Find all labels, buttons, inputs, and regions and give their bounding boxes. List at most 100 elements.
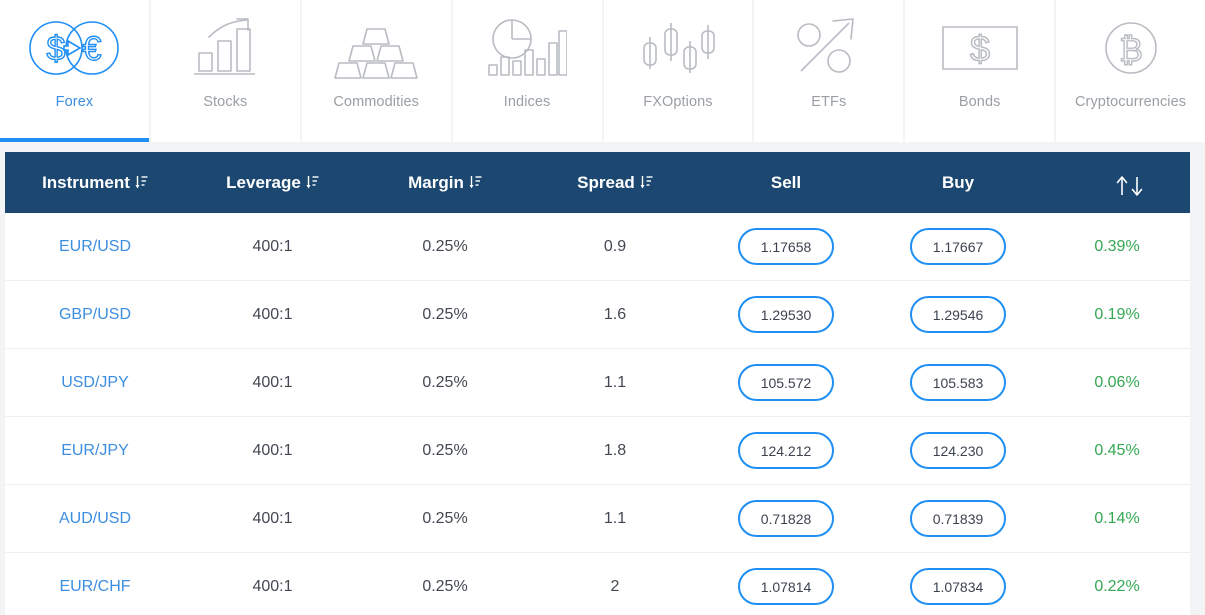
candlestick-icon [638,14,718,82]
column-header-margin[interactable]: Margin [360,173,530,193]
instrument-link[interactable]: USD/JPY [61,374,129,392]
sell-price-button[interactable]: 105.572 [738,364,834,401]
tab-bonds[interactable]: $ Bonds [905,0,1055,142]
cell-spread: 1.1 [603,373,627,391]
sell-price-button[interactable]: 1.07814 [738,568,834,605]
cell-leverage: 400:1 [252,237,293,255]
sell-price-button[interactable]: 0.71828 [738,500,834,537]
svg-text:€: € [83,30,102,68]
cell-change: 0.06% [1044,374,1190,392]
buy-price-button[interactable]: 1.29546 [910,296,1006,333]
column-header-spread[interactable]: Spread [530,173,700,193]
cell-margin: 0.25% [422,441,468,459]
tab-forex[interactable]: $ € Forex [0,0,149,142]
buy-price-button[interactable]: 0.71839 [910,500,1006,537]
change-percent: 0.14% [1094,509,1140,527]
cell-sell: 1.07814 [700,568,872,605]
tab-indices[interactable]: Indices [452,0,602,142]
table-row: USD/JPY 400:1 0.25% 1.1 105.572 105.583 … [5,349,1190,417]
cell-sell: 1.29530 [700,296,872,333]
cell-instrument: AUD/USD [5,510,185,528]
tab-stocks[interactable]: Stocks [150,0,300,142]
instrument-link[interactable]: GBP/USD [59,306,131,324]
cell-buy: 1.17667 [872,228,1044,265]
cell-leverage: 400:1 [252,577,293,595]
sort-descending-icon[interactable] [306,175,319,190]
buy-price-button[interactable]: 1.07834 [910,568,1006,605]
buy-price-button[interactable]: 124.230 [910,432,1006,469]
cell-buy: 0.71839 [872,500,1044,537]
instruments-table: Instrument Leverage Margin Spread Sell B… [5,152,1190,615]
instrument-link[interactable]: EUR/CHF [59,578,130,596]
cell-instrument: EUR/CHF [5,578,185,596]
column-header-label: Margin [408,172,464,192]
buy-price-button[interactable]: 1.17667 [910,228,1006,265]
tab-label: Bonds [958,94,1001,110]
tab-fxoptions[interactable]: FXOptions [603,0,753,142]
tab-label: Forex [55,94,94,110]
instrument-link[interactable]: EUR/JPY [61,442,129,460]
column-header-change[interactable] [1044,175,1190,196]
cell-margin: 0.25% [422,237,468,255]
cell-spread: 1.1 [603,509,627,527]
table-body: EUR/USD 400:1 0.25% 0.9 1.17658 1.17667 … [5,213,1190,615]
sell-price-button[interactable]: 1.29530 [738,296,834,333]
cell-buy: 1.07834 [872,568,1044,605]
sell-price-button[interactable]: 1.17658 [738,228,834,265]
change-percent: 0.45% [1094,441,1140,459]
cell-leverage: 400:1 [252,373,293,391]
svg-text:₿: ₿ [1119,32,1143,68]
column-header-buy: Buy [872,173,1044,193]
sell-price-button[interactable]: 124.212 [738,432,834,469]
cell-change: 0.22% [1044,578,1190,596]
buy-price-button[interactable]: 105.583 [910,364,1006,401]
cell-sell: 124.212 [700,432,872,469]
cell-sell: 105.572 [700,364,872,401]
cell-leverage: 400:1 [252,305,293,323]
cell-instrument: USD/JPY [5,374,185,392]
cell-margin: 0.25% [422,509,468,527]
cell-spread: 1.8 [603,441,627,459]
cell-instrument: EUR/JPY [5,442,185,460]
cell-buy: 1.29546 [872,296,1044,333]
cell-buy: 105.583 [872,364,1044,401]
table-row: AUD/USD 400:1 0.25% 1.1 0.71828 0.71839 … [5,485,1190,553]
change-percent: 0.06% [1094,373,1140,391]
column-header-instrument[interactable]: Instrument [5,173,185,193]
table-row: GBP/USD 400:1 0.25% 1.6 1.29530 1.29546 … [5,281,1190,349]
change-percent: 0.22% [1094,577,1140,595]
tab-commodities[interactable]: Commodities [301,0,451,142]
column-header-label: Buy [941,172,975,192]
cell-margin: 0.25% [422,577,468,595]
change-percent: 0.19% [1094,305,1140,323]
cell-change: 0.19% [1044,306,1190,324]
column-header-leverage[interactable]: Leverage [185,173,360,193]
forex-exchange-icon: $ € [26,14,122,82]
sort-descending-icon[interactable] [469,175,482,190]
change-percent: 0.39% [1094,237,1140,255]
tab-label: ETFs [811,94,847,110]
column-header-label: Instrument [42,172,130,192]
sort-descending-icon[interactable] [640,175,653,190]
cell-change: 0.39% [1044,238,1190,256]
tab-etfs[interactable]: ETFs [754,0,904,142]
column-header-sell: Sell [700,173,872,193]
sort-descending-icon[interactable] [135,175,148,190]
cell-margin: 0.25% [422,373,468,391]
percent-arrow-icon [793,14,865,82]
tab-label: Stocks [203,94,248,110]
pie-bar-chart-icon [487,14,568,82]
column-header-label: Spread [577,172,635,192]
up-down-arrows-icon[interactable] [1113,175,1143,196]
cell-spread: 1.6 [603,305,627,323]
svg-text:$: $ [47,30,66,68]
tab-cryptocurrencies[interactable]: ₿ Cryptocurrencies [1056,0,1205,142]
cell-buy: 124.230 [872,432,1044,469]
instrument-link[interactable]: EUR/USD [59,238,131,256]
tab-label: Indices [503,94,551,110]
instrument-link[interactable]: AUD/USD [59,510,131,528]
table-header-row: Instrument Leverage Margin Spread Sell B… [5,152,1190,213]
asset-class-tab-strip: $ € Forex Stocks Commodities Indices FXO… [0,0,1205,142]
table-row: EUR/USD 400:1 0.25% 0.9 1.17658 1.17667 … [5,213,1190,281]
cell-sell: 1.17658 [700,228,872,265]
